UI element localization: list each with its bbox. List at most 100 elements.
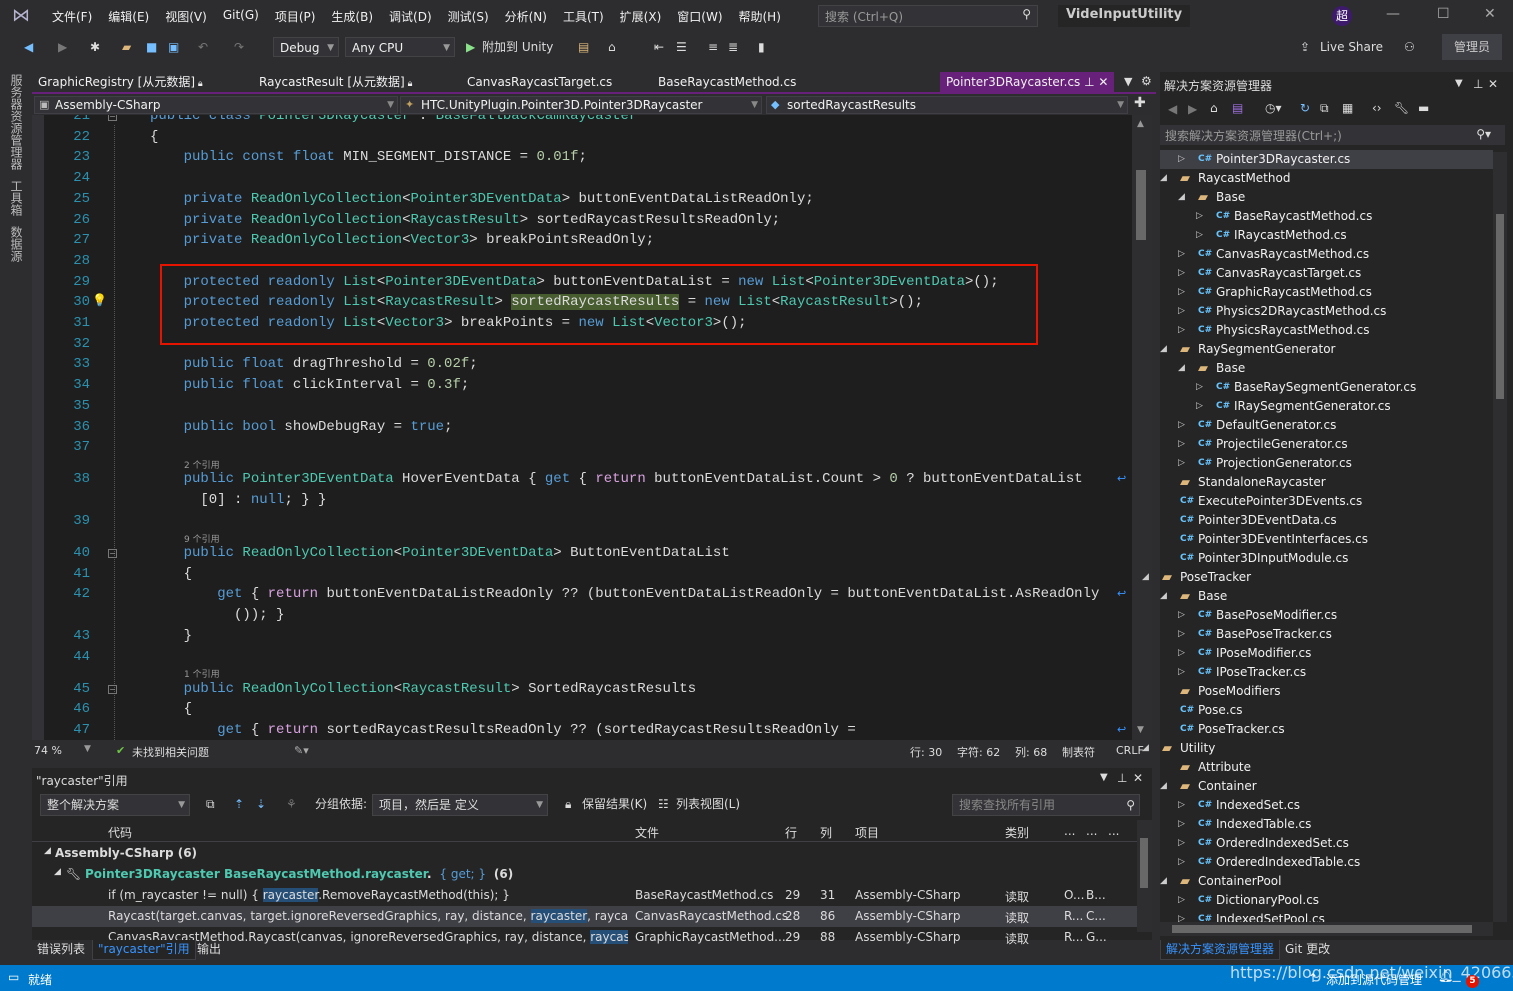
tree-item[interactable]: ◢ ▰ Base xyxy=(1160,587,1493,606)
live-share-icon[interactable]: ⇪ xyxy=(1300,37,1310,57)
expanded-arrow-icon[interactable]: ◢ xyxy=(1178,188,1185,207)
column-header[interactable]: 类别 xyxy=(1005,824,1029,841)
close-window-button[interactable]: ✕ xyxy=(1484,6,1496,22)
lightbulb-icon[interactable]: 💡 xyxy=(92,293,107,307)
editor-vertical-scrollbar[interactable]: ▲ ▼ xyxy=(1132,115,1152,740)
live-share-button[interactable]: Live Share xyxy=(1320,37,1383,57)
save-all-icon[interactable]: ▣ xyxy=(168,37,179,57)
collapsed-arrow-icon[interactable]: ▷ xyxy=(1178,150,1185,169)
split-editor-icon[interactable]: ✚ xyxy=(1134,95,1146,111)
menu-item[interactable]: 窗口(W) xyxy=(669,8,730,25)
scrollbar-thumb[interactable] xyxy=(1496,214,1504,399)
fold-toggle-icon[interactable]: − xyxy=(108,549,117,558)
tree-item[interactable]: ◢ ▰ RaycastMethod xyxy=(1160,169,1493,188)
collapsed-arrow-icon[interactable]: ▷ xyxy=(1178,625,1185,644)
scroll-down-icon[interactable]: ▼ xyxy=(1137,725,1144,735)
attach-unity-button[interactable]: 附加到 Unity xyxy=(482,37,553,57)
collapsed-arrow-icon[interactable]: ▷ xyxy=(1196,226,1203,245)
expanded-arrow-icon[interactable]: ◢ xyxy=(1160,587,1167,606)
menu-item[interactable]: 生成(B) xyxy=(323,8,381,25)
menu-item[interactable]: 调试(D) xyxy=(381,8,440,25)
expanded-arrow-icon[interactable]: ◢ xyxy=(1160,340,1167,359)
tree-item[interactable]: ▷ C# IndexedTable.cs xyxy=(1160,815,1493,834)
collapsed-arrow-icon[interactable]: ▷ xyxy=(1178,302,1185,321)
back-icon[interactable]: ◀ xyxy=(1168,102,1177,116)
tree-item[interactable]: ▰ Attribute xyxy=(1160,758,1493,777)
bottom-tab[interactable]: 输出 xyxy=(192,940,226,960)
uncomment-icon[interactable]: ≣ xyxy=(728,37,738,57)
global-search-input[interactable]: 搜索 (Ctrl+Q) ⚲ xyxy=(818,5,1038,27)
collapsed-arrow-icon[interactable]: ▷ xyxy=(1178,644,1185,663)
outdent-icon[interactable]: ☰ xyxy=(676,37,687,57)
references-search-input[interactable]: 搜索查找所有引用 ⚲ xyxy=(952,794,1140,816)
prev-location-icon[interactable]: ⇡ xyxy=(234,794,244,816)
redo-icon[interactable]: ↷ xyxy=(234,37,244,57)
preview-icon[interactable]: ▬ xyxy=(1418,101,1429,115)
tree-item[interactable]: ▷ C# BasePoseModifier.cs xyxy=(1160,606,1493,625)
tree-horizontal-scrollbar[interactable] xyxy=(1160,922,1493,936)
code-editor[interactable]: 💡 21 public class Pointer3DRaycaster : Ba… xyxy=(32,115,1132,740)
tree-item[interactable]: ▷ C# OrderedIndexedSet.cs xyxy=(1160,834,1493,853)
close-panel-icon[interactable]: ✕ xyxy=(1488,77,1498,91)
bell-icon[interactable]: 🔔︎ xyxy=(1438,969,1453,983)
tree-item[interactable]: ◢ ▰ ContainerPool xyxy=(1160,872,1493,891)
tree-item[interactable]: ▷ C# ProjectileGenerator.cs xyxy=(1160,435,1493,454)
tree-item[interactable]: ▷ C# ProjectionGenerator.cs xyxy=(1160,454,1493,473)
solution-tab[interactable]: Git 更改 xyxy=(1280,940,1335,960)
fold-toggle-icon[interactable]: − xyxy=(108,115,117,121)
collapsed-arrow-icon[interactable]: ▷ xyxy=(1178,435,1185,454)
back-icon[interactable]: ◀ xyxy=(24,37,33,57)
filter-icon[interactable]: ⚘ xyxy=(286,794,297,816)
column-header[interactable]: 行 xyxy=(785,824,797,841)
left-tab[interactable]: 工具箱 xyxy=(8,180,25,216)
tree-item[interactable]: C# Pose.cs xyxy=(1160,701,1493,720)
tree-item[interactable]: ▷ C# CanvasRaycastTarget.cs xyxy=(1160,264,1493,283)
copy-icon[interactable]: ⧉ xyxy=(206,794,215,816)
menu-item[interactable]: 测试(S) xyxy=(440,8,497,25)
member-dropdown[interactable]: ◆ sortedRaycastResults ▼ xyxy=(766,96,1128,114)
tree-item[interactable]: ▷ C# IPoseTracker.cs xyxy=(1160,663,1493,682)
group-row-project[interactable]: ◢ Assembly-CSharp (6) xyxy=(32,843,1137,864)
tree-item[interactable]: ▷ C# IRaySegmentGenerator.cs xyxy=(1160,397,1493,416)
tree-item[interactable]: ▷ C# IndexedSet.cs xyxy=(1160,796,1493,815)
brush-icon[interactable]: ✎▾ xyxy=(294,744,309,757)
pin-icon[interactable]: ⊥ xyxy=(1117,771,1127,785)
tab-list-dropdown-icon[interactable]: ▼ xyxy=(1124,75,1132,88)
pin-icon[interactable]: ⊥ xyxy=(1080,75,1098,89)
collapsed-arrow-icon[interactable]: ▷ xyxy=(1178,321,1185,340)
references-scrollbar[interactable] xyxy=(1137,820,1152,932)
tree-item[interactable]: ▷ C# BasePoseTracker.cs xyxy=(1160,625,1493,644)
tab-document[interactable]: GraphicRegistry [从元数据] 🔒︎ xyxy=(32,72,209,94)
tree-item[interactable]: ◢ ▰ Container xyxy=(1160,777,1493,796)
tree-item[interactable]: ▷ C# BaseRaySegmentGenerator.cs xyxy=(1160,378,1493,397)
tab-document[interactable]: RaycastResult [从元数据] 🔒︎ xyxy=(253,72,418,94)
minimize-button[interactable]: — xyxy=(1386,6,1400,22)
add-to-source-control-button[interactable]: 添加到源代码管理 xyxy=(1326,971,1422,988)
list-view-button[interactable]: 列表视图(L) xyxy=(676,794,740,816)
collapsed-arrow-icon[interactable]: ▷ xyxy=(1178,663,1185,682)
tree-item[interactable]: ◢ ▰ Base xyxy=(1160,359,1493,378)
pin-icon[interactable]: ⊥ xyxy=(1473,77,1483,91)
menu-item[interactable]: Git(G) xyxy=(215,8,267,25)
tree-item[interactable]: ◢ ▰ PoseTracker xyxy=(1142,568,1493,587)
tree-item[interactable]: ▷ C# Physics2DRaycastMethod.cs xyxy=(1160,302,1493,321)
collapsed-arrow-icon[interactable]: ▷ xyxy=(1178,264,1185,283)
avatar[interactable]: 超 xyxy=(1332,6,1352,26)
wrench-icon[interactable]: 🔧︎ xyxy=(1394,101,1409,115)
collapsed-arrow-icon[interactable]: ▷ xyxy=(1178,454,1185,473)
switch-views-icon[interactable]: ▤ xyxy=(1232,101,1243,115)
tree-item[interactable]: ▷ C# DefaultGenerator.cs xyxy=(1160,416,1493,435)
expanded-arrow-icon[interactable]: ◢ xyxy=(1160,777,1167,796)
collapsed-arrow-icon[interactable]: ▷ xyxy=(1196,397,1203,416)
line-ending[interactable]: CRLF xyxy=(1116,744,1144,757)
tab-document[interactable]: BaseRaycastMethod.cs xyxy=(652,72,802,94)
reference-row[interactable]: Raycast(target.canvas, target.ignoreReve… xyxy=(32,906,1137,927)
zoom-level[interactable]: 74 % xyxy=(34,744,62,757)
next-location-icon[interactable]: ⇣ xyxy=(256,794,266,816)
scrollbar-thumb[interactable] xyxy=(1172,925,1472,933)
chevron-down-icon[interactable]: ▼ xyxy=(84,744,91,754)
tree-item[interactable]: C# PoseTracker.cs xyxy=(1160,720,1493,739)
keep-results-button[interactable]: 保留结果(K) xyxy=(582,794,647,816)
tree-item[interactable]: C# Pointer3DEventInterfaces.cs xyxy=(1160,530,1493,549)
new-project-icon[interactable]: ✱ xyxy=(90,37,100,57)
